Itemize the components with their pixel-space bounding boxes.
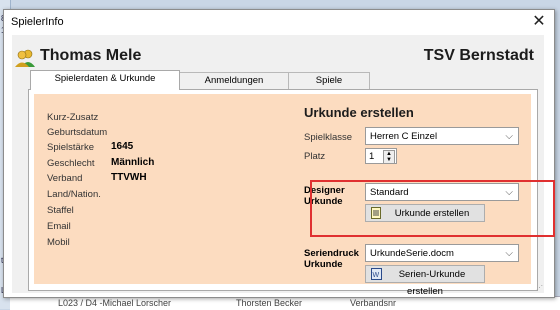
svg-text:W: W [373, 272, 380, 279]
staffel-label: Staffel [47, 205, 74, 216]
seriendruck-urkunde-label: Seriendruck Urkunde [304, 248, 359, 270]
background-cell: Thorsten Becker [236, 298, 303, 308]
platz-label: Platz [304, 151, 326, 162]
spielstaerke-value: 1645 [111, 141, 134, 152]
spin-arrows-icon[interactable]: ▲ ▼ [383, 150, 395, 164]
tab-spiele[interactable]: Spiele [288, 72, 370, 89]
spielklasse-value: Herren C Einzel [370, 131, 438, 142]
player-details-panel: Kurz-Zusatz Geburtsdatum Spielstärke 164… [34, 94, 531, 297]
urkunde-erstellen-label: Urkunde erstellen [394, 208, 470, 219]
serien-urkunde-erstellen-button[interactable]: W Serien-Urkunde erstellen [365, 265, 485, 297]
email-label: Email [47, 221, 71, 232]
player-name: Thomas Mele [40, 47, 142, 64]
spielklasse-label: Spielklasse [304, 132, 353, 143]
document-icon [371, 207, 381, 219]
spielstaerke-label: Spielstärke [47, 142, 94, 153]
spielerinfo-dialog: SpielerInfo ✕ Thomas Mele TSV Bernstadt … [3, 9, 555, 298]
background-table-row: L023 / D4 -Michael Lorscher Thorsten Bec… [10, 296, 560, 310]
verband-label: Verband [47, 173, 83, 184]
background-cell: L023 / D4 -Michael Lorscher [58, 298, 172, 308]
resize-grip-icon[interactable]: ⋰ [536, 284, 543, 292]
designer-select[interactable]: Standard ⌵ [365, 183, 519, 201]
close-button[interactable]: ✕ [530, 13, 548, 31]
club-name: TSV Bernstadt [423, 47, 534, 64]
dialog-client-area: Thomas Mele TSV Bernstadt Spielerdaten &… [12, 35, 544, 297]
tab-anmeldungen[interactable]: Anmeldungen [179, 72, 289, 89]
tab-panel: Kurz-Zusatz Geburtsdatum Spielstärke 164… [28, 89, 538, 297]
designer-value: Standard [370, 187, 409, 198]
seriendruck-value: UrkundeSerie.docm [370, 248, 454, 259]
platz-stepper[interactable]: 1 ▲ ▼ [365, 148, 397, 164]
platz-value: 1 [369, 151, 375, 162]
chevron-down-icon: ⌵ [505, 131, 513, 142]
chevron-down-icon: ⌵ [505, 248, 513, 259]
designer-urkunde-label: Designer Urkunde [304, 185, 345, 207]
urkunde-erstellen-button[interactable]: Urkunde erstellen [365, 204, 485, 222]
geschlecht-label: Geschlecht [47, 158, 95, 169]
window-title: SpielerInfo [11, 16, 64, 28]
geburtsdatum-label: Geburtsdatum [47, 127, 108, 138]
word-document-icon: W [371, 268, 382, 280]
verband-value: TTVWH [111, 172, 147, 183]
urkunde-heading: Urkunde erstellen [304, 105, 414, 120]
spielklasse-select[interactable]: Herren C Einzel ⌵ [365, 127, 519, 145]
tab-spielerdaten-urkunde[interactable]: Spielerdaten & Urkunde [30, 70, 180, 90]
mobil-label: Mobil [47, 237, 70, 248]
seriendruck-select[interactable]: UrkundeSerie.docm ⌵ [365, 244, 519, 262]
background-cell: Verbandsnr [350, 298, 397, 308]
serien-urkunde-erstellen-label: Serien-Urkunde erstellen [398, 269, 466, 297]
players-icon [15, 49, 35, 67]
land-nation-label: Land/Nation. [47, 189, 101, 200]
title-bar: SpielerInfo ✕ [4, 10, 554, 34]
geschlecht-value: Männlich [111, 157, 155, 168]
kurz-zusatz-label: Kurz-Zusatz [47, 112, 99, 123]
chevron-down-icon: ⌵ [505, 187, 513, 198]
